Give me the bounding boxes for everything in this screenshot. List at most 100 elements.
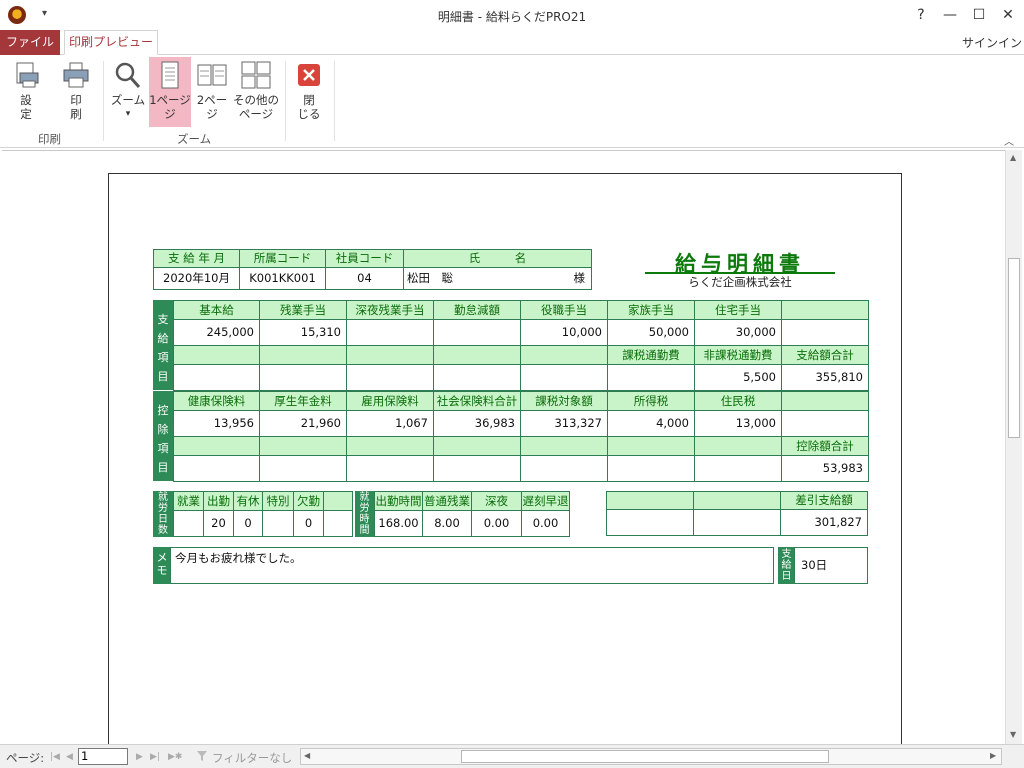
payment-cell xyxy=(607,364,695,391)
memo-side-label: メモ xyxy=(153,547,171,584)
page-number-input[interactable]: 1 xyxy=(78,748,128,765)
other-pages-label-2: ページ xyxy=(238,107,274,121)
scroll-right-icon[interactable]: ▶ xyxy=(990,751,996,760)
close-preview-button[interactable]: 閉 じる xyxy=(290,57,328,127)
attendance-header: 特別 xyxy=(262,491,294,511)
horizontal-scrollbar[interactable]: ◀ ▶ xyxy=(300,748,1002,765)
page-setup-icon xyxy=(11,61,41,89)
new-record-icon[interactable]: ▶✱ xyxy=(168,752,182,762)
print-label-1: 印 xyxy=(70,93,82,107)
report-page: 支 給 年 月 所属コード 社員コード 氏 名 2020年10月 K001KK0… xyxy=(108,173,902,753)
payment-header: 非課税通勤費 xyxy=(694,345,782,365)
print-label-2: 刷 xyxy=(70,107,82,121)
deduction-cell: 36,983 xyxy=(433,410,521,437)
ribbon-separator xyxy=(285,61,286,141)
maximize-button[interactable]: ☐ xyxy=(965,4,993,26)
deduction-header: 健康保険料 xyxy=(173,391,260,411)
scroll-left-icon[interactable]: ◀ xyxy=(304,751,310,760)
payment-cell: 5,500 xyxy=(694,364,782,391)
deduction-cell xyxy=(781,410,869,437)
deduction-cell xyxy=(433,455,521,482)
payment-cell: 15,310 xyxy=(259,319,347,346)
work-hours-cell: 0.00 xyxy=(471,510,522,537)
filter-status[interactable]: フィルターなし xyxy=(212,750,292,766)
deduction-header xyxy=(607,436,695,456)
payment-header: 課税通勤費 xyxy=(607,345,695,365)
scroll-up-icon[interactable]: ▲ xyxy=(1010,153,1016,162)
deduction-cell: 13,956 xyxy=(173,410,260,437)
multi-page-icon xyxy=(241,61,271,89)
tab-file[interactable]: ファイル xyxy=(0,30,60,55)
payment-header: 家族手当 xyxy=(607,300,695,320)
attendance-cell xyxy=(262,510,294,537)
signin-link[interactable]: サインイン xyxy=(962,34,1022,51)
one-page-icon xyxy=(155,61,185,89)
attendance-header: 就業 xyxy=(173,491,204,511)
net-pay-header: 差引支給額 xyxy=(780,491,868,510)
print-button[interactable]: 印 刷 xyxy=(56,57,96,127)
payment-cell: 50,000 xyxy=(607,319,695,346)
deduction-header xyxy=(694,436,782,456)
payment-cell xyxy=(433,319,521,346)
work-hours-header: 普通残業 xyxy=(422,491,472,511)
deduction-header xyxy=(433,436,521,456)
group-label-zoom: ズーム xyxy=(177,132,212,146)
payment-header: 残業手当 xyxy=(259,300,347,320)
page-label: ページ: xyxy=(6,751,45,765)
work-hours-cell: 0.00 xyxy=(521,510,570,537)
one-page-button[interactable]: 1ページ ジ xyxy=(149,57,191,127)
payment-cell xyxy=(259,364,347,391)
net-blank-header-1 xyxy=(606,491,694,510)
next-page-icon[interactable]: ▶ xyxy=(136,752,143,762)
collapse-ribbon-icon[interactable]: ︿ xyxy=(1004,133,1014,148)
zoom-dropdown-icon: ▾ xyxy=(125,109,131,119)
deduction-cell: 4,000 xyxy=(607,410,695,437)
deduction-cell: 1,067 xyxy=(346,410,434,437)
work-hours-side-label: 就労時間 xyxy=(355,491,374,537)
payment-header xyxy=(173,345,260,365)
payday-side-label: 支給日 xyxy=(778,547,795,584)
payment-cell xyxy=(346,319,434,346)
last-page-icon[interactable]: ▶| xyxy=(150,752,160,762)
dept-code-value: K001KK001 xyxy=(239,267,326,290)
deduction-header: 課税対象額 xyxy=(520,391,608,411)
pay-month-header: 支 給 年 月 xyxy=(153,249,240,268)
deduction-cell: 13,000 xyxy=(694,410,782,437)
deduction-header: 雇用保険料 xyxy=(346,391,434,411)
close-preview-label-1: 閉 xyxy=(303,93,315,107)
attendance-header xyxy=(323,491,353,511)
deduction-cell xyxy=(259,455,347,482)
payment-header: 基本給 xyxy=(173,300,260,320)
payment-cell: 30,000 xyxy=(694,319,782,346)
payday-value: 30日 xyxy=(794,547,868,584)
employee-name-cell: 松田 聡 様 xyxy=(403,267,592,290)
tab-print-preview[interactable]: 印刷プレビュー xyxy=(64,30,158,55)
pay-month-value: 2020年10月 xyxy=(153,267,240,290)
minimize-button[interactable]: — xyxy=(936,4,964,26)
horizontal-scroll-thumb[interactable] xyxy=(461,750,829,763)
deduction-cell xyxy=(607,455,695,482)
attendance-cell: 20 xyxy=(203,510,234,537)
deduction-side-label: 控除項目 xyxy=(153,391,173,481)
scroll-thumb[interactable] xyxy=(1008,258,1020,438)
deduction-header xyxy=(173,436,260,456)
zoom-button[interactable]: ズーム ▾ xyxy=(108,57,148,127)
deduction-header: 所得税 xyxy=(607,391,695,411)
vertical-scrollbar[interactable]: ▲ ▼ xyxy=(1005,150,1022,744)
payment-header xyxy=(346,345,434,365)
one-page-label-1: 1ページ xyxy=(149,93,191,107)
two-page-button[interactable]: 2ペー ジ xyxy=(193,57,231,127)
close-window-button[interactable]: ✕ xyxy=(994,4,1022,26)
net-pay-value: 301,827 xyxy=(780,509,868,536)
deduction-cell xyxy=(346,455,434,482)
ribbon: 設 定 印 刷 ズーム ▾ 1ページ ジ 2ペー ジ その他の ページ 閉 じる… xyxy=(0,55,1024,148)
help-button[interactable]: ? xyxy=(907,4,935,26)
first-page-icon[interactable]: |◀ xyxy=(50,752,60,762)
other-pages-button[interactable]: その他の ページ xyxy=(232,57,280,127)
scroll-down-icon[interactable]: ▼ xyxy=(1010,730,1016,739)
payment-cell xyxy=(173,364,260,391)
prev-page-icon[interactable]: ◀ xyxy=(66,752,73,762)
title-bar: ▾ 明細書 - 給料らくだPRO21 ? — ☐ ✕ xyxy=(0,0,1024,30)
group-label-print: 印刷 xyxy=(38,132,61,146)
page-setup-button[interactable]: 設 定 xyxy=(6,57,46,127)
